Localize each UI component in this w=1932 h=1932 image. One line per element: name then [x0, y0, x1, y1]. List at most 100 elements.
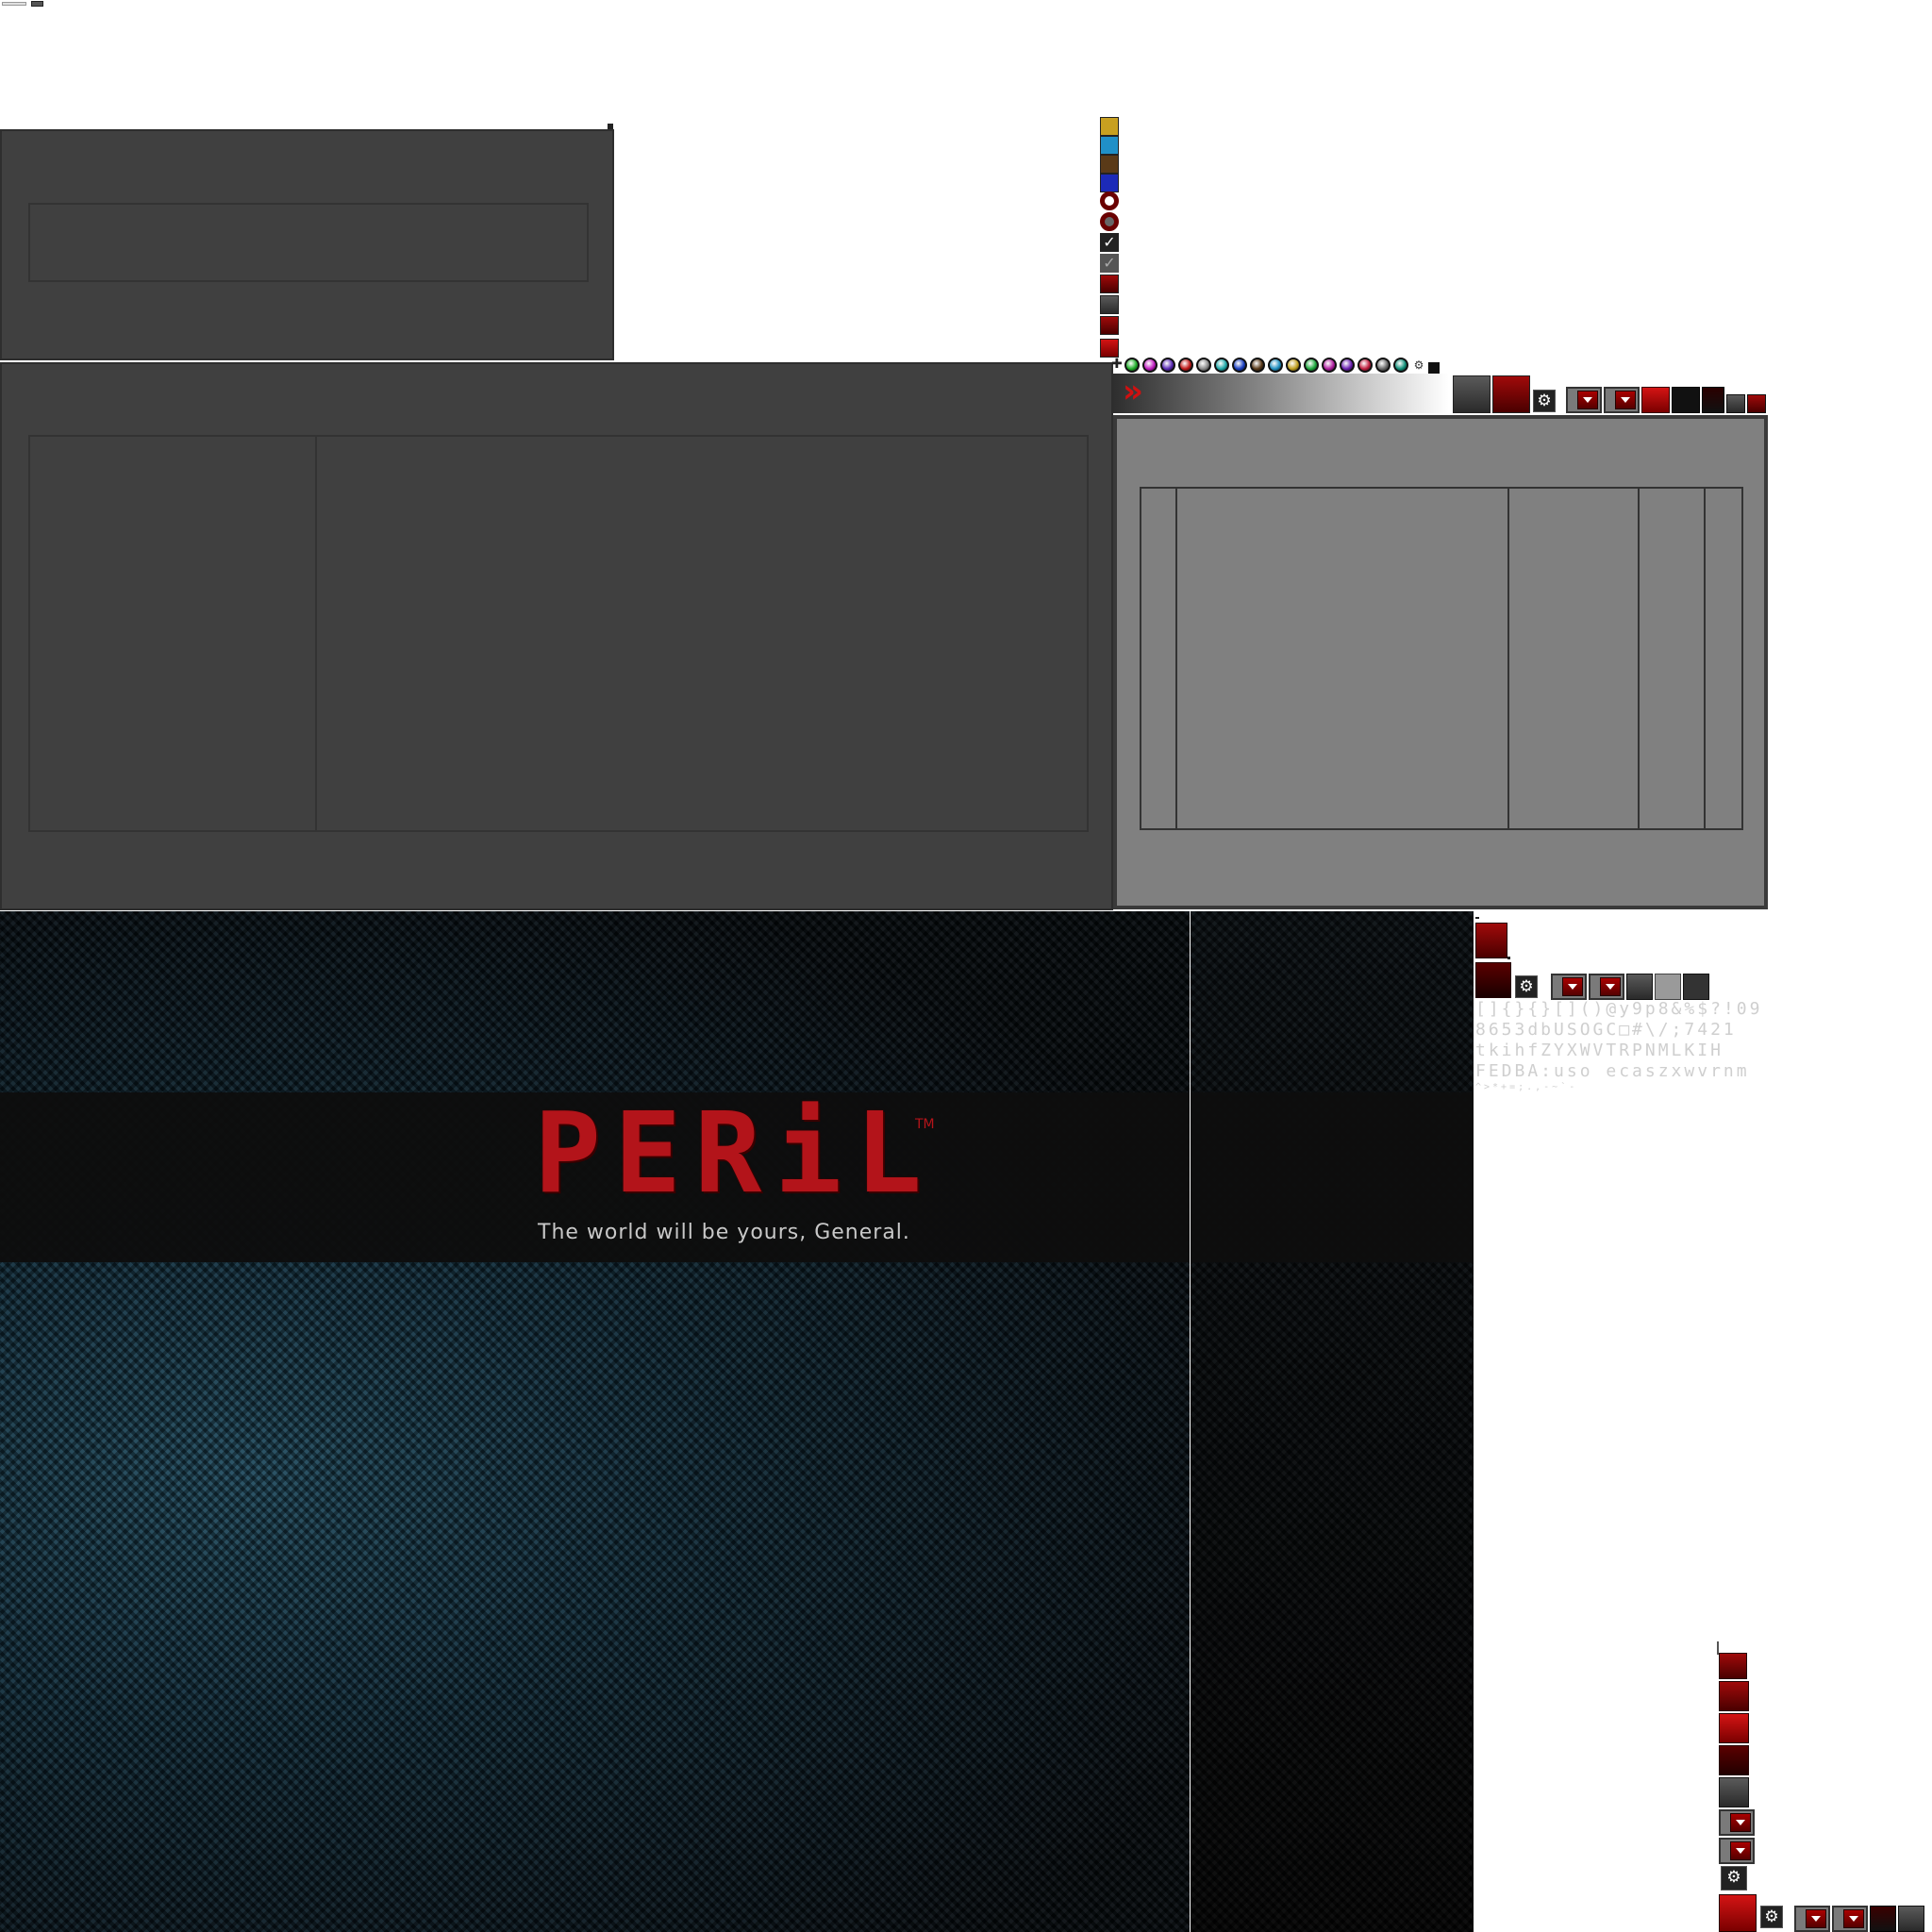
black-tab[interactable] — [1672, 387, 1700, 413]
swatch-blue-icon[interactable] — [1100, 174, 1119, 192]
color-dot-icon[interactable] — [1268, 358, 1283, 373]
font-atlas-row-2: 8653dbUSOGC□#\/;7421 — [1475, 1020, 1737, 1040]
chevron-down-icon[interactable] — [1843, 1909, 1864, 1928]
chevron-down-icon[interactable] — [1615, 391, 1636, 409]
gear-small-icon[interactable]: ⚙ — [1411, 358, 1426, 374]
dropdown-h[interactable] — [1832, 1906, 1868, 1932]
chevron-down-icon[interactable] — [1730, 1813, 1751, 1832]
splash-screen: PERiL — [0, 911, 1190, 1932]
radio-checked-icon[interactable] — [1100, 212, 1119, 231]
black-swatch[interactable] — [1428, 362, 1440, 374]
color-dot-icon[interactable] — [1322, 358, 1337, 373]
gear-icon-3[interactable]: ⚙ — [1721, 1866, 1747, 1890]
chevron-down-icon[interactable] — [1577, 391, 1598, 409]
radio-unchecked-icon[interactable] — [1100, 192, 1119, 210]
checkbox-checked-icon[interactable]: ✓ — [1100, 233, 1119, 252]
font-atlas-row-3: tkihfZYXWVTRPNMLKIH — [1475, 1041, 1724, 1060]
button-dark-red-swatch[interactable] — [1475, 962, 1511, 998]
arrow-header-bar: » — [1113, 374, 1449, 413]
dropdown-a[interactable] — [1566, 387, 1602, 413]
dropdown-e[interactable] — [1719, 1809, 1755, 1836]
color-dot-icon[interactable] — [1142, 358, 1158, 373]
plus-icon[interactable]: ✚ — [1111, 358, 1123, 371]
button-dark-large[interactable] — [1453, 375, 1491, 413]
grey-tab-small[interactable] — [1726, 394, 1745, 413]
table-col-divider-1 — [1175, 489, 1177, 828]
color-dot-icon[interactable] — [1124, 358, 1140, 373]
color-dot-icon[interactable] — [1250, 358, 1265, 373]
red-tab[interactable] — [1641, 387, 1670, 413]
swatch-brown-icon[interactable] — [1100, 155, 1119, 174]
dropdown-c[interactable] — [1551, 974, 1587, 1000]
swatch-cyan-icon[interactable] — [1100, 136, 1119, 155]
color-dot-icon[interactable] — [1196, 358, 1211, 373]
grey-tab-b[interactable] — [1655, 974, 1681, 1000]
chevron-down-icon[interactable] — [1600, 977, 1621, 996]
button-swatch-b1[interactable] — [1719, 1653, 1747, 1679]
button-swatch-b2[interactable] — [1719, 1681, 1749, 1711]
color-dot-icon[interactable] — [1393, 358, 1408, 373]
chevron-down-icon[interactable] — [1562, 977, 1583, 996]
button-dark-swatch[interactable] — [1100, 295, 1119, 314]
chevron-down-icon[interactable] — [1806, 1909, 1826, 1928]
tiny-button[interactable] — [31, 1, 43, 7]
large-frame-divider — [315, 437, 317, 830]
tagline: The world will be yours, General. — [538, 1221, 910, 1244]
font-atlas-row-4: FEDBA:uso ecaszxwvrnm — [1475, 1061, 1750, 1081]
button-red-swatch[interactable] — [1100, 275, 1119, 293]
dropdown-d[interactable] — [1589, 974, 1624, 1000]
table-frame — [1140, 487, 1743, 830]
tiny-label — [2, 2, 26, 6]
color-dot-icon[interactable] — [1375, 358, 1391, 373]
color-dot-icon[interactable] — [1286, 358, 1301, 373]
color-dot-icon[interactable] — [1232, 358, 1247, 373]
color-dot-icon[interactable] — [1357, 358, 1373, 373]
swatch-gold-icon[interactable] — [1100, 117, 1119, 136]
button-swatch-b6[interactable] — [1719, 1894, 1757, 1932]
dialog-panel-small — [0, 129, 614, 360]
red-tab-small[interactable] — [1747, 394, 1766, 413]
gear-icon-4[interactable]: ⚙ — [1760, 1906, 1783, 1928]
button-red-swatch-2[interactable] — [1100, 316, 1119, 335]
dropdown-b[interactable] — [1604, 387, 1640, 413]
table-col-divider-4 — [1704, 489, 1706, 828]
grey-tab-a[interactable] — [1626, 974, 1653, 1000]
side-title-band — [1191, 1092, 1474, 1262]
trademark-label: TM — [915, 1117, 935, 1132]
gear-icon[interactable]: ⚙ — [1533, 390, 1556, 412]
font-atlas-row-5: ^>*+=;.,-~`- — [1475, 1082, 1578, 1092]
chevron-down-icon[interactable] — [1730, 1841, 1751, 1860]
table-col-divider-2 — [1507, 489, 1509, 828]
tiny-dot — [1507, 957, 1510, 959]
button-swatch-b5[interactable] — [1719, 1777, 1749, 1807]
dark-red-tab[interactable] — [1702, 387, 1724, 413]
dropdown-f[interactable] — [1719, 1838, 1755, 1864]
dark-red-tab-b[interactable] — [1870, 1906, 1896, 1932]
font-atlas-row-1: []{}{}[]()@y9p8&%$?!09 — [1475, 999, 1763, 1019]
panel-corner-marker — [608, 124, 613, 129]
table-col-divider-3 — [1638, 489, 1640, 828]
button-red-bright-swatch[interactable] — [1100, 339, 1119, 358]
grey-table-panel — [1113, 415, 1768, 909]
large-inner-frame — [28, 435, 1089, 832]
dropdown-g[interactable] — [1794, 1906, 1830, 1932]
dialog-inner-frame — [28, 203, 589, 282]
checkbox-disabled-icon[interactable]: ✓ — [1100, 254, 1119, 273]
button-red-large[interactable] — [1492, 375, 1530, 413]
color-dot-icon[interactable] — [1178, 358, 1193, 373]
gear-icon-2[interactable]: ⚙ — [1515, 975, 1538, 998]
color-dot-icon[interactable] — [1340, 358, 1355, 373]
splash-side-panel — [1191, 911, 1474, 1932]
color-dot-icon[interactable] — [1160, 358, 1175, 373]
button-red-swatch-3[interactable] — [1475, 923, 1507, 958]
button-swatch-b4[interactable] — [1719, 1745, 1749, 1775]
button-swatch-b3[interactable] — [1719, 1713, 1749, 1743]
grey-tab-c[interactable] — [1683, 974, 1709, 1000]
peril-logo-text: PERiL — [534, 1088, 936, 1218]
dialog-panel-large — [0, 362, 1113, 910]
color-dot-icon[interactable] — [1304, 358, 1319, 373]
color-dot-icon[interactable] — [1214, 358, 1229, 373]
small-marker — [1475, 917, 1479, 919]
double-arrow-icon[interactable]: » — [1123, 375, 1143, 408]
grey-tab-d[interactable] — [1898, 1906, 1924, 1932]
